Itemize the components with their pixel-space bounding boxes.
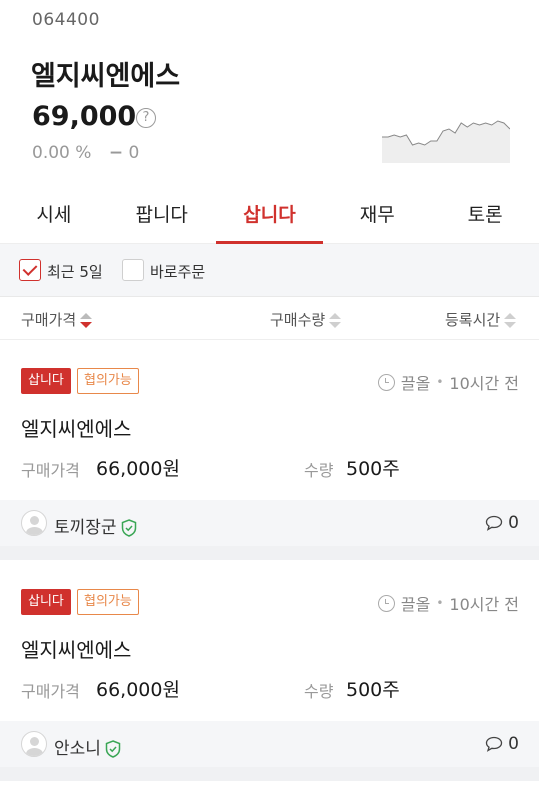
username: 안소니 xyxy=(54,739,101,759)
price-label: 구매가격 xyxy=(21,461,80,480)
recent-5-days-checkbox[interactable] xyxy=(19,259,41,281)
time-ago: 10시간 전 xyxy=(449,374,519,393)
clock-icon xyxy=(377,373,395,391)
sort-by-quantity[interactable]: 구매수량 xyxy=(270,309,342,330)
buy-badge: 삽니다 xyxy=(21,589,71,615)
price-change: 0.00 % − 0 xyxy=(32,143,139,163)
help-icon[interactable]: ? xyxy=(136,108,156,128)
filter-bar: 최근 5일 바로주문 xyxy=(0,244,539,297)
stock-header: 064400 엘지씨엔에스 69,000 ? 0.00 % − 0 xyxy=(0,0,539,190)
sparkline-area xyxy=(382,121,510,163)
sort-desc-icon xyxy=(80,312,93,329)
sort-icon xyxy=(504,312,517,329)
listing-stock-name: 엘지씨엔에스 xyxy=(21,638,132,662)
verified-shield-icon xyxy=(121,519,136,537)
listing-quantity: 500주 xyxy=(346,679,400,701)
sort-qty-label: 구매수량 xyxy=(270,311,326,329)
listing-card[interactable]: 삽니다 협의가능 끌올 • 10시간 전 엘지씨엔에스 구매가격 66,000원… xyxy=(0,561,539,781)
listing-card[interactable]: 삽니다 협의가능 끌올 • 10시간 전 엘지씨엔에스 구매가격 66,000원… xyxy=(0,340,539,560)
card-divider xyxy=(0,767,539,781)
change-amount: 0 xyxy=(128,143,140,163)
sort-price-label: 구매가격 xyxy=(21,311,77,329)
avatar[interactable] xyxy=(21,510,47,536)
direct-order-label[interactable]: 바로주문 xyxy=(150,261,205,282)
sort-by-time[interactable]: 등록시간 xyxy=(445,309,517,330)
comment-count[interactable]: 0 xyxy=(485,513,519,533)
stock-price: 69,000 xyxy=(32,101,137,132)
change-flat-icon: − xyxy=(108,143,124,163)
listing-stock-name: 엘지씨엔에스 xyxy=(21,417,132,441)
sort-time-label: 등록시간 xyxy=(445,311,501,329)
bump-status: 끌올 xyxy=(400,595,431,614)
stock-code: 064400 xyxy=(32,10,100,30)
negotiable-badge: 협의가능 xyxy=(77,368,139,394)
user-info[interactable]: 토끼장군 xyxy=(54,513,137,538)
sort-bar: 구매가격 구매수량 등록시간 xyxy=(0,297,539,340)
negotiable-badge: 협의가능 xyxy=(77,589,139,615)
listing-time: 끌올 • 10시간 전 xyxy=(377,591,519,615)
time-ago: 10시간 전 xyxy=(449,595,519,614)
tab-financials[interactable]: 재무 xyxy=(323,190,431,243)
listing-quantity: 500주 xyxy=(346,458,400,480)
separator-dot: • xyxy=(436,375,444,389)
quantity-label: 수량 xyxy=(304,461,334,480)
tab-discussion[interactable]: 토론 xyxy=(431,190,539,243)
verified-shield-icon xyxy=(105,740,121,758)
comment-icon xyxy=(486,736,503,752)
tab-bar: 시세 팝니다 삽니다 재무 토론 xyxy=(0,190,539,244)
card-divider xyxy=(0,546,539,560)
listing-footer: 안소니 0 xyxy=(0,721,539,767)
listing-price: 66,000원 xyxy=(96,679,180,701)
direct-order-checkbox[interactable] xyxy=(122,259,144,281)
listing-price: 66,000원 xyxy=(96,458,180,480)
quantity-label: 수량 xyxy=(304,682,334,701)
price-label: 구매가격 xyxy=(21,682,80,701)
tab-buy[interactable]: 삽니다 xyxy=(215,190,324,244)
price-sparkline xyxy=(382,120,510,163)
change-percent: 0.00 % xyxy=(32,143,92,163)
buy-badge: 삽니다 xyxy=(21,368,71,394)
comment-number: 0 xyxy=(508,734,519,754)
comment-icon xyxy=(486,515,503,531)
bump-status: 끌올 xyxy=(400,374,431,393)
comment-count[interactable]: 0 xyxy=(485,734,519,754)
recent-5-days-label[interactable]: 최근 5일 xyxy=(47,261,103,282)
separator-dot: • xyxy=(436,596,444,610)
tab-sell[interactable]: 팝니다 xyxy=(108,190,216,243)
comment-number: 0 xyxy=(508,513,519,533)
listing-footer: 토끼장군 0 xyxy=(0,500,539,546)
avatar[interactable] xyxy=(21,731,47,757)
tab-price[interactable]: 시세 xyxy=(0,190,108,243)
listing-time: 끌올 • 10시간 전 xyxy=(377,370,519,394)
clock-icon xyxy=(377,594,395,612)
sort-icon xyxy=(329,312,342,329)
sort-by-price[interactable]: 구매가격 xyxy=(21,309,93,330)
user-info[interactable]: 안소니 xyxy=(54,734,121,759)
stock-name: 엘지씨엔에스 xyxy=(31,61,181,92)
username: 토끼장군 xyxy=(54,518,117,538)
